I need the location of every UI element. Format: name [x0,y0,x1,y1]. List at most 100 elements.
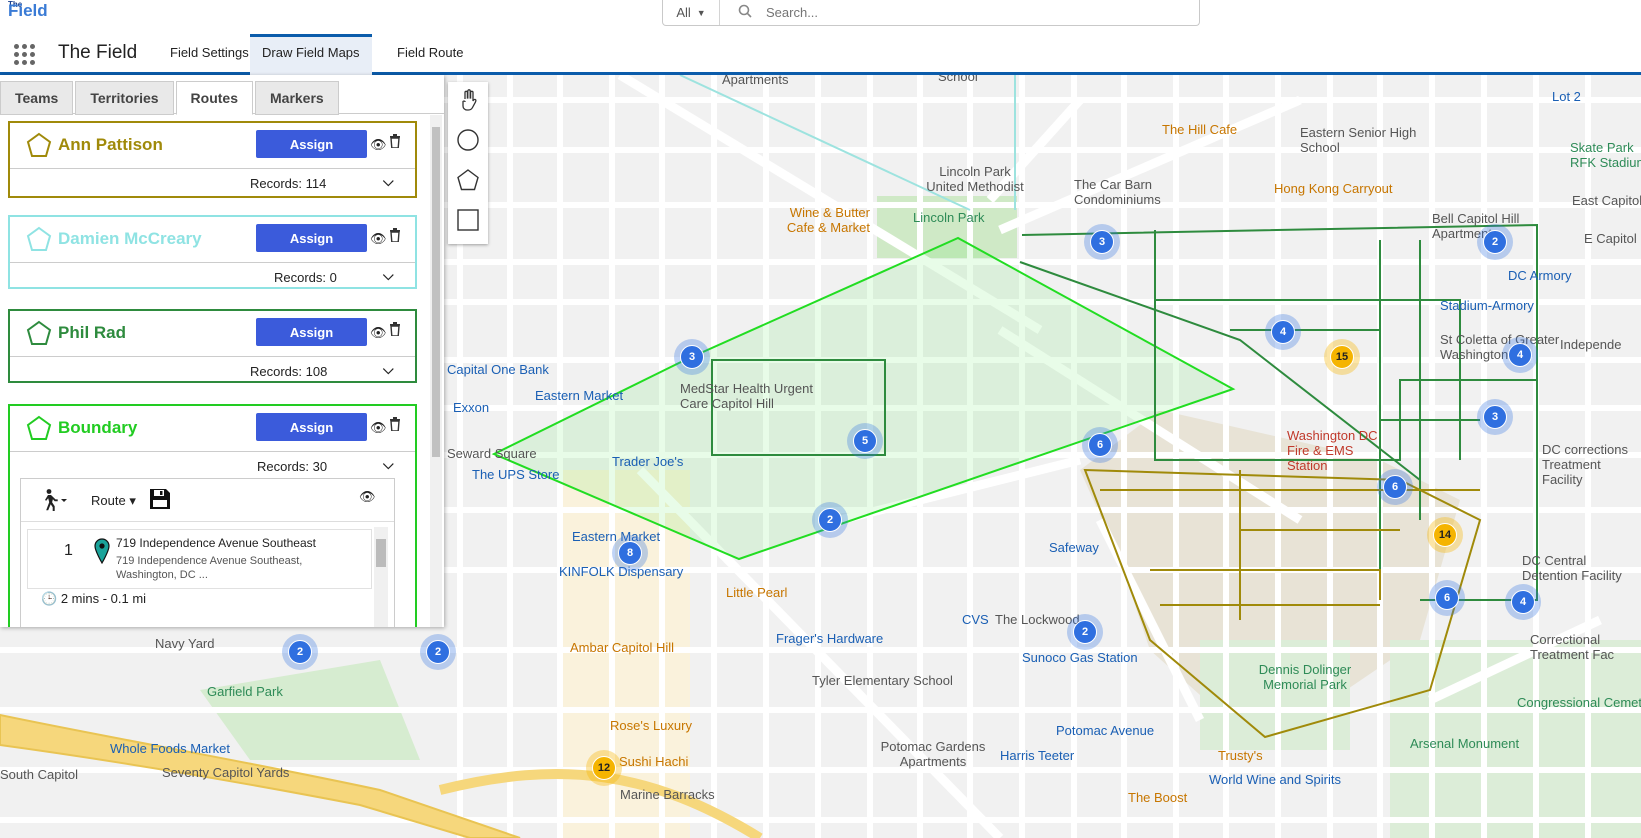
map-label: The Lockwood [995,612,1080,627]
logo-text: Field [8,1,48,20]
nav-tab-draw-field-maps[interactable]: Draw Field Maps [250,34,372,75]
cluster-marker[interactable]: 3 [1477,399,1513,435]
cluster-marker[interactable]: 3 [674,339,710,375]
cluster-marker[interactable]: 4 [1505,584,1541,620]
map-label: DC Central Detention Facility [1522,553,1622,583]
map-label: Dennis Dolinger Memorial Park [1258,662,1352,692]
cluster-count: 2 [426,640,450,664]
map-label: World Wine and Spirits [1209,772,1341,787]
cluster-marker[interactable]: 3 [1084,224,1120,260]
leg-duration: 2 mins - 0.1 mi [60,591,147,606]
cluster-count: 14 [1433,523,1457,547]
rectangle-tool-icon[interactable] [456,208,480,232]
drawing-toolbar [448,82,488,244]
chevron-down-icon[interactable]: ⌵ [383,456,394,473]
cluster-marker[interactable]: 2 [1477,224,1513,260]
cluster-count: 5 [853,429,877,453]
hand-pan-icon[interactable] [456,88,480,112]
eye-icon[interactable]: 👁 [370,231,387,247]
assign-button[interactable]: Assign [256,224,367,252]
tab-teams[interactable]: Teams [0,81,74,115]
cluster-count: 6 [1435,586,1459,610]
eye-icon[interactable]: 👁 [359,489,376,505]
cluster-marker[interactable]: 5 [847,423,883,459]
cluster-marker[interactable]: 2 [282,634,318,670]
cluster-marker[interactable]: 8 [612,535,648,571]
cluster-marker[interactable]: 6 [1082,427,1118,463]
trash-icon[interactable] [389,417,401,436]
cluster-count: 2 [1073,620,1097,644]
panel-scrollbar[interactable] [430,115,442,627]
tab-markers[interactable]: Markers [255,81,339,115]
cluster-marker[interactable]: 4 [1502,337,1538,373]
cluster-count: 8 [618,541,642,565]
route-mode-select[interactable]: Route ▾ [91,493,136,509]
eye-icon[interactable]: 👁 [370,137,387,153]
cluster-marker[interactable]: 15 [1324,339,1360,375]
chevron-down-icon[interactable]: ⌵ [383,173,394,190]
map-label: Apartments [722,75,789,87]
circle-tool-icon[interactable] [456,128,480,152]
trash-icon[interactable] [389,322,401,341]
eye-icon[interactable]: 👁 [370,420,387,436]
cluster-marker[interactable]: 6 [1377,469,1413,505]
map-label: MedStar Health Urgent Care Capitol Hill [680,381,813,411]
map-label: Ambar Capitol Hill [570,640,675,655]
assign-button[interactable]: Assign [256,130,367,158]
cluster-marker[interactable]: 2 [812,502,848,538]
trash-icon[interactable] [389,134,401,153]
route-toolbar: Route ▾ 👁 [21,479,394,522]
map-label: Trusty's [1218,748,1263,763]
map-label: Potomac Gardens Apartments [880,739,986,769]
cluster-count: 3 [1483,405,1507,429]
search-input[interactable] [764,4,1148,21]
stop-list-scrollbar[interactable] [374,527,388,627]
route-card-header: Ann Pattison Assign 👁 [10,123,415,169]
save-icon[interactable] [149,488,171,515]
assign-button[interactable]: Assign [256,318,367,346]
search-icon [738,4,752,21]
route-leg: 🕒 2 mins - 0.1 mi [41,591,146,607]
chevron-down-icon[interactable]: ⌵ [383,267,394,284]
nav-tab-field-route[interactable]: Field Route [385,34,475,72]
app-name: The Field [58,42,138,63]
map-label: CVS [962,612,989,627]
search-scope-select[interactable]: All ▼ [663,0,720,25]
cluster-marker[interactable]: 12 [586,750,622,786]
map-label: East Capitol [1572,193,1641,208]
cluster-marker[interactable]: 6 [1429,580,1465,616]
cluster-marker[interactable]: 14 [1427,517,1463,553]
route-name: Phil Rad [58,323,127,342]
global-header: The Field All ▼ [0,0,1641,31]
cluster-marker[interactable]: 2 [420,634,456,670]
cluster-count: 12 [592,756,616,780]
map-label: The Hill Cafe [1162,122,1238,137]
records-count: Records: 108 [250,364,328,379]
assign-button[interactable]: Assign [256,413,367,441]
walk-icon[interactable] [39,489,69,516]
chevron-down-icon[interactable]: ⌵ [383,361,394,378]
route-stop[interactable]: 1 719 Independence Avenue Southeast 719 … [27,529,372,589]
app-launcher-icon[interactable] [14,44,36,66]
polygon-tool-icon[interactable] [456,168,480,192]
tab-routes[interactable]: Routes [175,81,253,115]
map-label: School [938,75,978,84]
map-label: Lincoln Park United Methodist [926,164,1024,194]
cluster-marker[interactable]: 4 [1265,314,1301,350]
map-label: Little Pearl [726,585,788,600]
tab-territories[interactable]: Territories [75,81,174,115]
map-label: Frager's Hardware [776,631,884,646]
map-label: Tyler Elementary School [812,673,953,688]
map-label: Lot 2 [1552,89,1581,104]
eye-icon[interactable]: 👁 [370,325,387,341]
map-label: Independe [1560,337,1622,352]
cluster-count: 2 [818,508,842,532]
map-label: Seward Square [447,446,537,461]
routes-panel: Teams Territories Routes Markers Ann Pat… [0,75,444,627]
scrollbar-thumb[interactable] [432,127,440,457]
nav-tab-field-settings[interactable]: Field Settings [158,34,261,72]
trash-icon[interactable] [389,228,401,247]
map-label: Garfield Park [207,684,283,699]
map-label: Navy Yard [155,636,215,651]
cluster-marker[interactable]: 2 [1067,614,1103,650]
